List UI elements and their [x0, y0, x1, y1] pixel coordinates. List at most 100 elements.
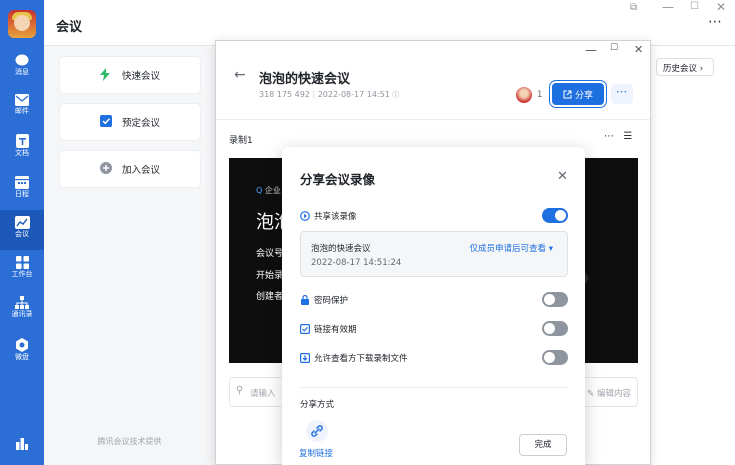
- participant-count: 1: [537, 90, 543, 100]
- calendar-icon: [15, 176, 29, 189]
- footer-note: 腾讯会议技术提供: [97, 437, 162, 446]
- rail-item-messages[interactable]: 消息: [0, 50, 44, 88]
- minimize-button[interactable]: —: [662, 0, 674, 14]
- link-valid-row: 链接有效期: [300, 321, 568, 337]
- user-avatar[interactable]: [8, 10, 36, 38]
- permission-dropdown[interactable]: 仅成员申请后可查看 ▾: [470, 242, 554, 254]
- history-meeting-button[interactable]: 历史会议 ›: [656, 58, 714, 76]
- meeting-datetime: 2022-08-17 14:51: [317, 90, 390, 99]
- toggle-knob: [544, 323, 555, 334]
- meeting-id: 318 175 492: [259, 90, 310, 99]
- bar-chart-icon: [16, 438, 28, 450]
- rail-label: 邮件: [15, 107, 29, 115]
- link-valid-label: 链接有效期: [314, 325, 357, 335]
- more-icon[interactable]: ⋯: [604, 131, 615, 142]
- edit-content-button[interactable]: ✎ 编辑内容: [587, 387, 631, 399]
- permission-value: 仅成员申请后可查看: [469, 244, 547, 254]
- history-label: 历史会议: [663, 64, 698, 74]
- rail-item-docs[interactable]: 文档: [0, 130, 44, 168]
- checkbox-icon: [300, 324, 310, 334]
- rail-item-settings[interactable]: [0, 432, 44, 465]
- video-logo: Q 企业: [256, 186, 281, 195]
- rail-label: 工作台: [11, 270, 33, 278]
- dialog-title: 分享会议录像: [300, 172, 376, 187]
- password-row: 密码保护: [300, 292, 568, 308]
- chat-bubble-icon: [15, 54, 29, 66]
- quick-meeting-button[interactable]: 快速会议: [60, 57, 200, 93]
- share-button[interactable]: 分享: [552, 83, 604, 105]
- rail-label: 消息: [15, 68, 29, 76]
- org-chart-icon: [15, 296, 29, 309]
- video-line: 会议号: [256, 249, 284, 259]
- quick-meeting-label: 快速会议: [122, 71, 161, 82]
- minimize-button[interactable]: —: [585, 43, 597, 57]
- share-label: 分享: [574, 90, 593, 101]
- allow-download-label: 允许查看方下载录制文件: [314, 354, 408, 364]
- rail-item-workbench[interactable]: 工作台: [0, 252, 44, 290]
- done-button[interactable]: 完成: [519, 434, 567, 456]
- avatar-face: [14, 15, 30, 31]
- share-recording-toggle[interactable]: [542, 208, 568, 223]
- join-meeting-button[interactable]: 加入会议: [60, 151, 200, 187]
- schedule-meeting-button[interactable]: 预定会议: [60, 104, 200, 140]
- schedule-meeting-label: 预定会议: [122, 118, 161, 129]
- maximize-button[interactable]: ☐: [610, 43, 618, 53]
- mail-icon: [15, 94, 29, 106]
- meeting-icon: [14, 216, 30, 229]
- download-icon: [300, 353, 310, 363]
- more-actions-button[interactable]: ⋯: [611, 84, 633, 104]
- info-icon[interactable]: ⓘ: [392, 91, 399, 99]
- rail-label: 微盘: [15, 353, 29, 361]
- password-toggle[interactable]: [542, 292, 568, 307]
- meeting-meta: 318 175 492 | 2022-08-17 14:51 ⓘ: [259, 90, 400, 99]
- close-button[interactable]: ✕: [716, 0, 726, 14]
- toggle-knob: [555, 210, 566, 221]
- recording-tools: ⋯ ☰: [604, 131, 633, 142]
- password-label: 密码保护: [314, 296, 349, 306]
- rail-label: 日程: [15, 190, 29, 198]
- grid-icon: [15, 256, 29, 269]
- add-circle-icon: [100, 162, 112, 174]
- rail-item-calendar[interactable]: 日程: [0, 172, 44, 210]
- recording-name: 泡泡的快速会议: [311, 244, 371, 254]
- rail-label: 通讯录: [11, 310, 33, 318]
- share-recording-row: 共享该录像: [300, 208, 568, 224]
- rail-item-mail[interactable]: 邮件: [0, 90, 44, 128]
- rail-item-disk[interactable]: 微盘: [0, 334, 44, 372]
- divider: [300, 387, 568, 388]
- document-icon: [15, 134, 29, 148]
- share-icon: [563, 90, 572, 98]
- dialog-close-icon[interactable]: ✕: [557, 169, 568, 184]
- nav-rail: 消息 邮件 文档 日程 会议 工作台 通讯录 微盘: [0, 0, 44, 465]
- allow-download-toggle[interactable]: [542, 350, 568, 365]
- copy-link-button[interactable]: [306, 420, 328, 442]
- meeting-panel: 快速会议 预定会议 加入会议 腾讯会议技术提供: [44, 46, 215, 465]
- maximize-button[interactable]: ☐: [690, 1, 699, 12]
- pin-icon[interactable]: ⧉: [630, 2, 637, 13]
- search-icon: ⚲: [236, 385, 244, 396]
- link-valid-toggle[interactable]: [542, 321, 568, 336]
- recording-tab[interactable]: 录制1: [229, 133, 253, 146]
- back-arrow-icon[interactable]: ←: [234, 67, 246, 83]
- toggle-knob: [544, 294, 555, 305]
- edit-icon: ✎: [587, 389, 597, 399]
- copy-link-label[interactable]: 复制链接: [299, 447, 333, 459]
- participant-avatar: [516, 87, 532, 103]
- video-line: 开始录: [256, 271, 284, 281]
- rail-label: 会议: [15, 230, 29, 238]
- rail-item-contacts[interactable]: 通讯录: [0, 292, 44, 330]
- list-icon[interactable]: ☰: [623, 131, 633, 142]
- share-recording-label: 共享该录像: [314, 212, 357, 222]
- close-button[interactable]: ✕: [634, 43, 643, 56]
- play-circle-icon: [300, 211, 310, 221]
- main-area: [650, 46, 735, 465]
- more-options-icon[interactable]: ⋯: [708, 14, 723, 30]
- join-meeting-label: 加入会议: [122, 165, 161, 176]
- lock-icon: [301, 295, 309, 305]
- divider: [216, 119, 650, 120]
- rail-item-meeting[interactable]: 会议: [0, 210, 44, 250]
- share-recording-dialog: 分享会议录像 ✕ 共享该录像 泡泡的快速会议 仅成员申请后可查看 ▾ 2022-…: [282, 147, 585, 465]
- share-method-heading: 分享方式: [300, 400, 335, 410]
- meeting-title: 泡泡的快速会议: [259, 72, 351, 87]
- edit-content-label: 编辑内容: [596, 389, 631, 399]
